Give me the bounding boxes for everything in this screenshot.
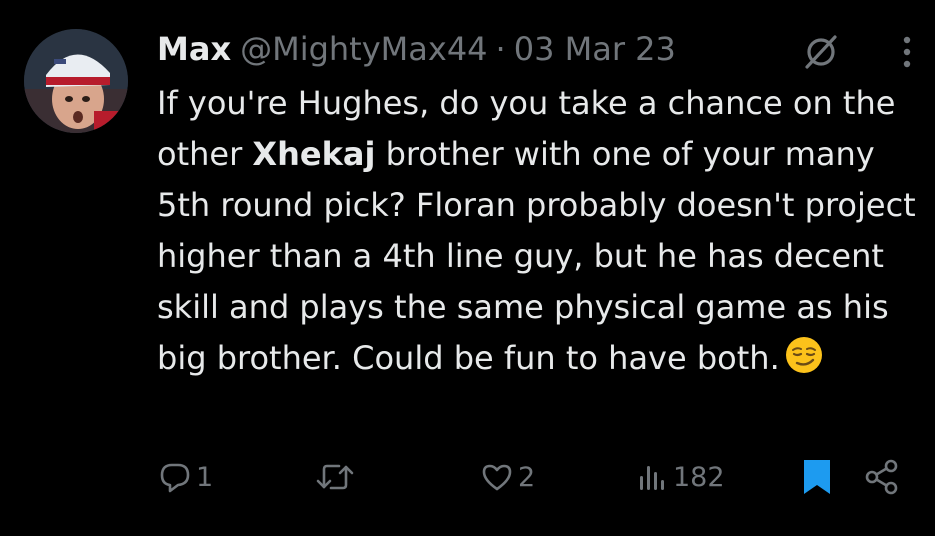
reply-button[interactable]: 1	[158, 452, 213, 502]
views-button[interactable]: 182	[637, 452, 725, 502]
tweet-header: Max @MightyMax44 · 03 Mar 23	[157, 24, 676, 74]
bookmark-icon	[800, 457, 834, 497]
retweet-icon	[315, 460, 355, 494]
smirking-face-emoji	[784, 335, 824, 375]
grok-icon[interactable]	[797, 29, 845, 73]
avatar[interactable]	[24, 29, 128, 133]
action-bar: 1 2 182	[0, 452, 935, 502]
more-icon[interactable]	[890, 30, 924, 74]
reply-icon	[158, 460, 192, 494]
user-handle[interactable]: @MightyMax44	[240, 24, 487, 74]
tweet-bold-word: Xhekaj	[252, 135, 376, 173]
tweet-date[interactable]: 03 Mar 23	[514, 24, 676, 74]
reply-count: 1	[196, 461, 214, 493]
like-icon	[480, 460, 514, 494]
separator-dot: ·	[495, 30, 506, 68]
tweet-text: If you're Hughes, do you take a chance o…	[157, 78, 917, 384]
tweet[interactable]: Max @MightyMax44 · 03 Mar 23 If you're H…	[0, 0, 935, 536]
share-button[interactable]	[862, 452, 902, 502]
retweet-button[interactable]	[315, 452, 355, 502]
bookmark-button[interactable]	[800, 452, 834, 502]
display-name[interactable]: Max	[157, 24, 231, 74]
share-icon	[862, 457, 902, 497]
views-count: 182	[673, 461, 725, 493]
like-count: 2	[518, 461, 536, 493]
like-button[interactable]: 2	[480, 452, 535, 502]
views-icon	[637, 460, 669, 494]
